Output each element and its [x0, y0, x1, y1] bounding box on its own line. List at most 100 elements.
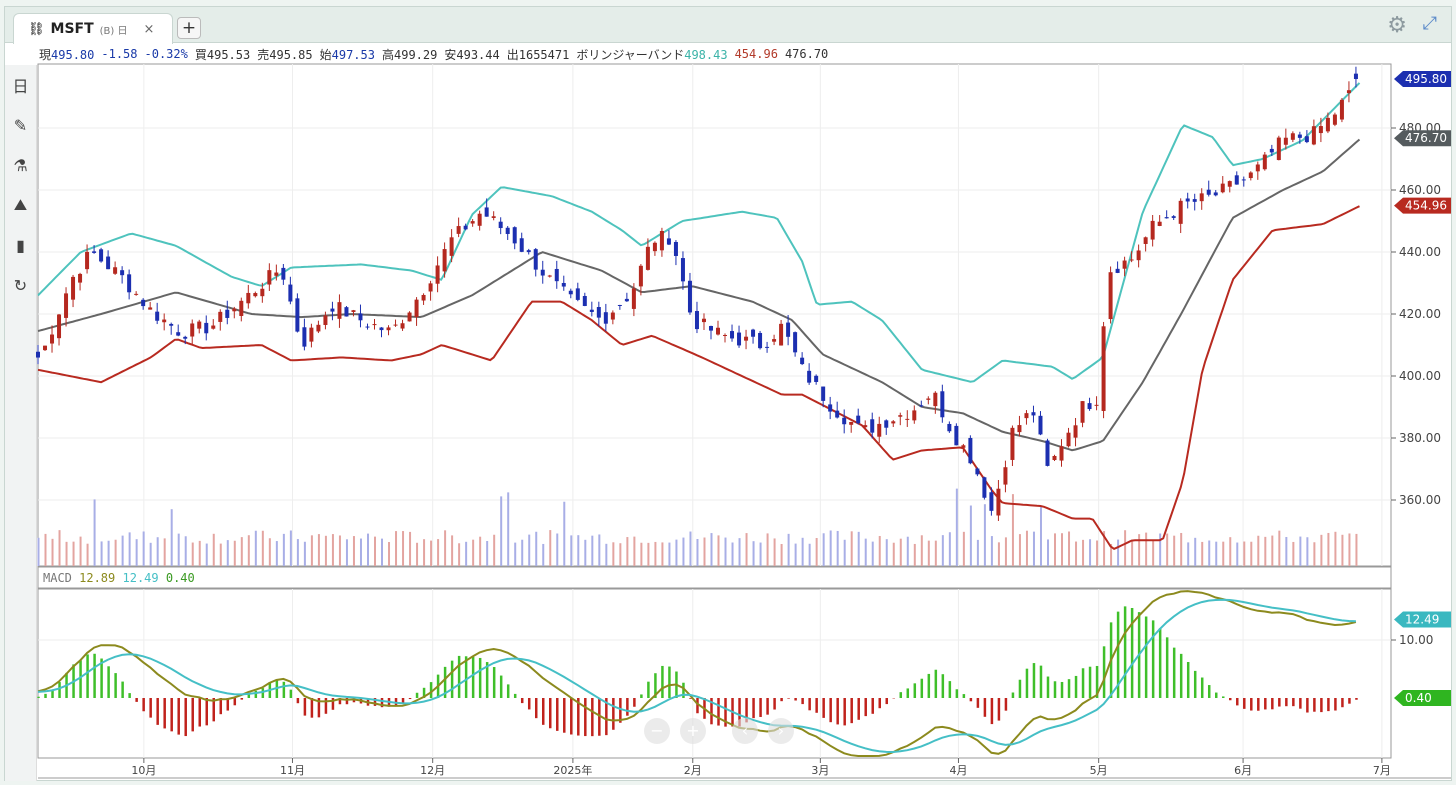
candle-body — [337, 302, 342, 319]
candle-body — [1122, 260, 1127, 269]
price-tag-label: 454.96 — [1405, 199, 1447, 213]
candle-body — [155, 311, 160, 321]
x-tick-label: 2025年 — [553, 763, 592, 777]
y-tick-label: 460.00 — [1399, 183, 1441, 197]
candle-body — [631, 288, 636, 309]
candle-body — [57, 314, 62, 339]
candle-body — [141, 299, 146, 307]
candle-body — [1297, 134, 1302, 138]
candle-body — [716, 327, 721, 335]
candle-body — [211, 325, 216, 329]
candle-body — [1213, 192, 1218, 196]
x-tick-label: 2月 — [684, 764, 702, 777]
candle-body — [856, 415, 861, 424]
x-tick-label: 11月 — [280, 764, 305, 777]
candle-body — [898, 415, 903, 417]
candle-body — [1199, 193, 1204, 202]
candle-body — [379, 327, 384, 331]
candle-body — [1024, 413, 1029, 419]
candle-body — [1031, 412, 1036, 416]
candle-body — [365, 326, 370, 328]
candle-body — [723, 334, 728, 336]
candle-body — [1262, 154, 1267, 170]
candle-body — [1241, 179, 1246, 181]
candle-body — [120, 270, 125, 276]
candle-body — [463, 225, 468, 230]
candle-body — [849, 421, 854, 425]
candle-body — [442, 249, 447, 272]
candle-body — [828, 404, 833, 412]
candle-body — [50, 334, 55, 344]
zoom-control-2[interactable]: ‹ — [732, 718, 758, 744]
candle-body — [814, 375, 819, 382]
candle-body — [673, 241, 678, 256]
price-tag: 476.70 — [1394, 130, 1451, 147]
candle-body — [351, 310, 356, 312]
candle-body — [652, 242, 657, 252]
candle-body — [274, 272, 279, 276]
candle-body — [1304, 136, 1309, 143]
candle-body — [1115, 268, 1120, 273]
candle-body — [617, 304, 622, 306]
candle-body — [512, 227, 517, 244]
x-tick-label: 12月 — [420, 764, 445, 777]
candle-body — [975, 468, 980, 475]
candle-body — [1227, 181, 1232, 187]
candle-body — [36, 351, 40, 358]
candle-body — [1080, 401, 1085, 423]
macd-legend: MACD 12.89 12.49 0.40 — [43, 571, 195, 585]
macd-legend-value: MACD — [43, 571, 72, 585]
candle-body — [947, 423, 952, 432]
candle-body — [1003, 467, 1008, 485]
candle-body — [765, 346, 770, 348]
candle-body — [1206, 189, 1211, 195]
candle-body — [863, 425, 868, 428]
candle-body — [1157, 221, 1162, 226]
candle-body — [954, 425, 959, 446]
macd-tick-label: 10.00 — [1399, 633, 1433, 647]
candle-body — [793, 332, 798, 353]
candle-body — [919, 405, 924, 407]
candle-body — [1045, 440, 1050, 466]
candle-body — [547, 275, 552, 277]
candle-body — [772, 339, 777, 342]
candle-body — [989, 492, 994, 511]
candle-body — [624, 298, 629, 302]
candle-body — [1129, 259, 1134, 261]
candle-body — [190, 323, 195, 337]
candle-body — [148, 307, 153, 310]
candle-body — [533, 249, 538, 270]
candle-body — [134, 293, 139, 295]
candle-body — [800, 357, 805, 365]
candle-body — [1108, 272, 1113, 320]
candle-body — [758, 332, 763, 349]
candle-body — [554, 268, 559, 282]
y-tick-label: 400.00 — [1399, 369, 1441, 383]
candle-body — [253, 293, 258, 297]
candle-body — [968, 437, 973, 464]
zoom-control-1[interactable]: + — [680, 718, 706, 744]
candle-body — [204, 322, 209, 334]
candle-body — [176, 332, 181, 336]
candle-body — [358, 313, 363, 321]
candle-body — [933, 392, 938, 407]
x-tick-label: 4月 — [949, 764, 967, 777]
candle-body — [162, 319, 167, 323]
candle-body — [113, 267, 118, 274]
x-tick-label: 7月 — [1373, 764, 1391, 777]
candle-body — [449, 237, 454, 256]
candle-body — [870, 419, 875, 433]
y-tick-label: 440.00 — [1399, 245, 1441, 259]
candle-body — [905, 418, 910, 420]
candle-body — [330, 308, 335, 312]
candle-body — [1248, 172, 1253, 179]
candle-body — [1220, 183, 1225, 193]
candle-body — [1066, 432, 1071, 447]
zoom-control-0[interactable]: − — [644, 718, 670, 744]
candle-body — [1269, 148, 1274, 153]
candle-body — [1087, 403, 1092, 410]
candle-body — [99, 249, 104, 262]
candle-body — [540, 269, 545, 276]
price-chart[interactable]: 480.00460.00440.00420.00400.00380.00360.… — [5, 7, 1453, 782]
zoom-control-3[interactable]: › — [768, 718, 794, 744]
